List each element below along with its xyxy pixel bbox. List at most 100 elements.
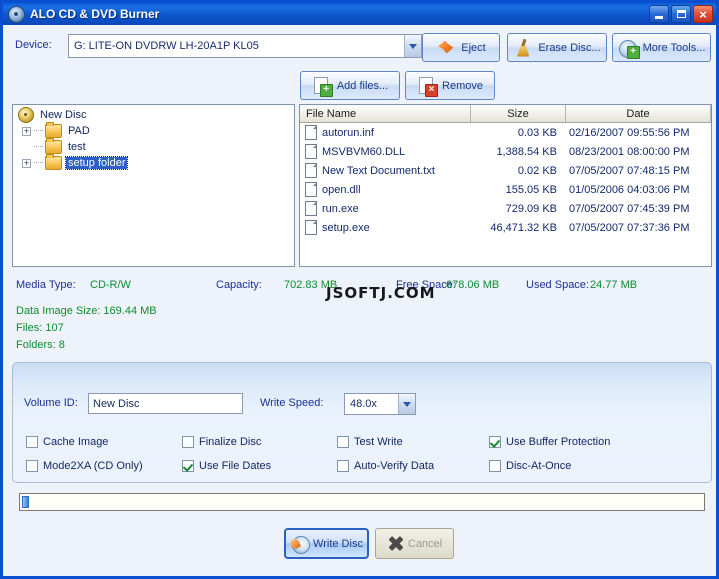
cancel-button-label: Cancel [408, 538, 442, 550]
checkbox-checked-icon[interactable] [489, 436, 501, 448]
chevron-down-icon[interactable] [404, 35, 421, 57]
erase-disc-button-label: Erase Disc... [538, 42, 600, 54]
column-header-file-name[interactable]: File Name [300, 105, 471, 122]
column-header-date[interactable]: Date [566, 105, 711, 122]
column-header-size[interactable]: Size [471, 105, 566, 122]
tree-root[interactable]: New Disc [13, 105, 294, 123]
remove-button[interactable]: Remove [405, 71, 495, 100]
site-watermark: JSOFTJ.COM [326, 284, 436, 302]
eject-button[interactable]: Eject [422, 33, 500, 62]
more-tools-button[interactable]: More Tools... [612, 33, 711, 62]
used-space-label: Used Space: [526, 279, 589, 291]
checkbox-empty-icon[interactable] [26, 436, 38, 448]
data-image-size: Data Image Size: 169.44 MB [16, 305, 157, 317]
device-select[interactable]: G: LITE-ON DVDRW LH-20A1P KL05 [68, 34, 422, 58]
file-name-text: autorun.inf [322, 127, 374, 139]
cell-file-name: New Text Document.txt [300, 163, 471, 178]
disc-icon [18, 107, 34, 123]
eject-icon [436, 38, 456, 58]
tree-item[interactable]: test [13, 139, 294, 155]
checkbox-checked-icon[interactable] [182, 460, 194, 472]
tree-connector [34, 146, 43, 148]
cell-size: 1,388.54 KB [471, 146, 566, 158]
folders-count: Folders: 8 [16, 339, 65, 351]
volume-id-input[interactable]: New Disc [88, 393, 243, 414]
cell-file-name: autorun.inf [300, 125, 471, 140]
cell-date: 01/05/2006 04:03:06 PM [566, 184, 711, 196]
minimize-icon [655, 16, 663, 19]
checkbox-empty-icon[interactable] [337, 460, 349, 472]
burn-disc-icon [290, 534, 309, 553]
checkbox-empty-icon[interactable] [489, 460, 501, 472]
cell-date: 02/16/2007 09:55:56 PM [566, 127, 711, 139]
cell-size: 0.02 KB [471, 165, 566, 177]
app-window: ALO CD & DVD Burner × Device: G: LITE-ON… [0, 0, 719, 579]
remove-button-label: Remove [442, 80, 483, 92]
checkbox-use-file-dates[interactable]: Use File Dates [182, 460, 271, 472]
tree-item[interactable]: +setup folder [13, 155, 294, 171]
eject-button-label: Eject [461, 42, 485, 54]
media-type-label: Media Type: [16, 279, 76, 291]
table-row[interactable]: setup.exe 46,471.32 KB07/05/2007 07:37:36… [300, 218, 711, 237]
tree-item-label: test [66, 141, 88, 153]
checkbox-cache-image[interactable]: Cache Image [26, 436, 108, 448]
file-name-text: New Text Document.txt [322, 165, 435, 177]
checkbox-label: Finalize Disc [199, 436, 261, 448]
tree-item[interactable]: +PAD [13, 123, 294, 139]
checkbox-empty-icon[interactable] [337, 436, 349, 448]
checkbox-label: Disc-At-Once [506, 460, 571, 472]
folder-icon [45, 124, 62, 138]
write-speed-label: Write Speed: [260, 397, 323, 409]
document-icon [305, 125, 317, 140]
checkbox-use-buffer-protection[interactable]: Use Buffer Protection [489, 436, 610, 448]
file-list-panel[interactable]: File Name Size Date autorun.inf0.03 KB02… [299, 104, 712, 267]
checkbox-empty-icon[interactable] [26, 460, 38, 472]
cell-file-name: MSVBVM60.DLL [300, 144, 471, 159]
document-icon [305, 163, 317, 178]
cell-size: 46,471.32 KB [471, 222, 566, 234]
expand-icon[interactable]: + [22, 159, 31, 168]
table-row[interactable]: run.exe729.09 KB07/05/2007 07:45:39 PM [300, 199, 711, 218]
checkbox-empty-icon[interactable] [182, 436, 194, 448]
document-icon [305, 182, 317, 197]
expander-placeholder [22, 143, 31, 152]
close-button[interactable]: × [693, 5, 713, 23]
checkbox-label: Cache Image [43, 436, 108, 448]
cancel-x-icon [387, 535, 404, 552]
file-list-rows: autorun.inf0.03 KB02/16/2007 09:55:56 PM… [300, 123, 711, 237]
table-row[interactable]: MSVBVM60.DLL 1,388.54 KB08/23/2001 08:00:… [300, 142, 711, 161]
file-name-text: setup.exe [322, 222, 370, 234]
write-disc-button-label: Write Disc [313, 538, 363, 550]
cell-file-name: run.exe [300, 201, 471, 216]
broom-icon [513, 38, 533, 58]
minimize-button[interactable] [649, 5, 669, 23]
checkbox-label: Auto-Verify Data [354, 460, 434, 472]
write-disc-button[interactable]: Write Disc [284, 528, 369, 559]
checkbox-mode2xa-cd-only[interactable]: Mode2XA (CD Only) [26, 460, 143, 472]
checkbox-label: Test Write [354, 436, 403, 448]
erase-disc-button[interactable]: Erase Disc... [507, 33, 607, 62]
table-row[interactable]: New Text Document.txt0.02 KB07/05/2007 0… [300, 161, 711, 180]
disc-tree-panel[interactable]: New Disc +PAD test +setup folder [12, 104, 295, 267]
table-row[interactable]: open.dll155.05 KB01/05/2006 04:03:06 PM [300, 180, 711, 199]
file-name-text: open.dll [322, 184, 361, 196]
cell-date: 07/05/2007 07:37:36 PM [566, 222, 711, 234]
file-list-header: File Name Size Date [300, 105, 711, 123]
chevron-down-icon[interactable] [398, 394, 415, 414]
add-files-button[interactable]: Add files... [300, 71, 400, 100]
maximize-button[interactable] [671, 5, 691, 23]
close-icon: × [699, 9, 707, 20]
cell-date: 07/05/2007 07:45:39 PM [566, 203, 711, 215]
folder-icon [45, 140, 62, 154]
expand-icon[interactable]: + [22, 127, 31, 136]
checkbox-finalize-disc[interactable]: Finalize Disc [182, 436, 261, 448]
file-name-text: MSVBVM60.DLL [322, 146, 405, 158]
write-speed-select[interactable]: 48.0x [344, 393, 416, 415]
cell-date: 08/23/2001 08:00:00 PM [566, 146, 711, 158]
used-space-value: 24.77 MB [590, 279, 637, 291]
checkbox-disc-at-once[interactable]: Disc-At-Once [489, 460, 571, 472]
checkbox-auto-verify-data[interactable]: Auto-Verify Data [337, 460, 434, 472]
checkbox-test-write[interactable]: Test Write [337, 436, 403, 448]
table-row[interactable]: autorun.inf0.03 KB02/16/2007 09:55:56 PM [300, 123, 711, 142]
tree-children: +PAD test +setup folder [13, 123, 294, 171]
